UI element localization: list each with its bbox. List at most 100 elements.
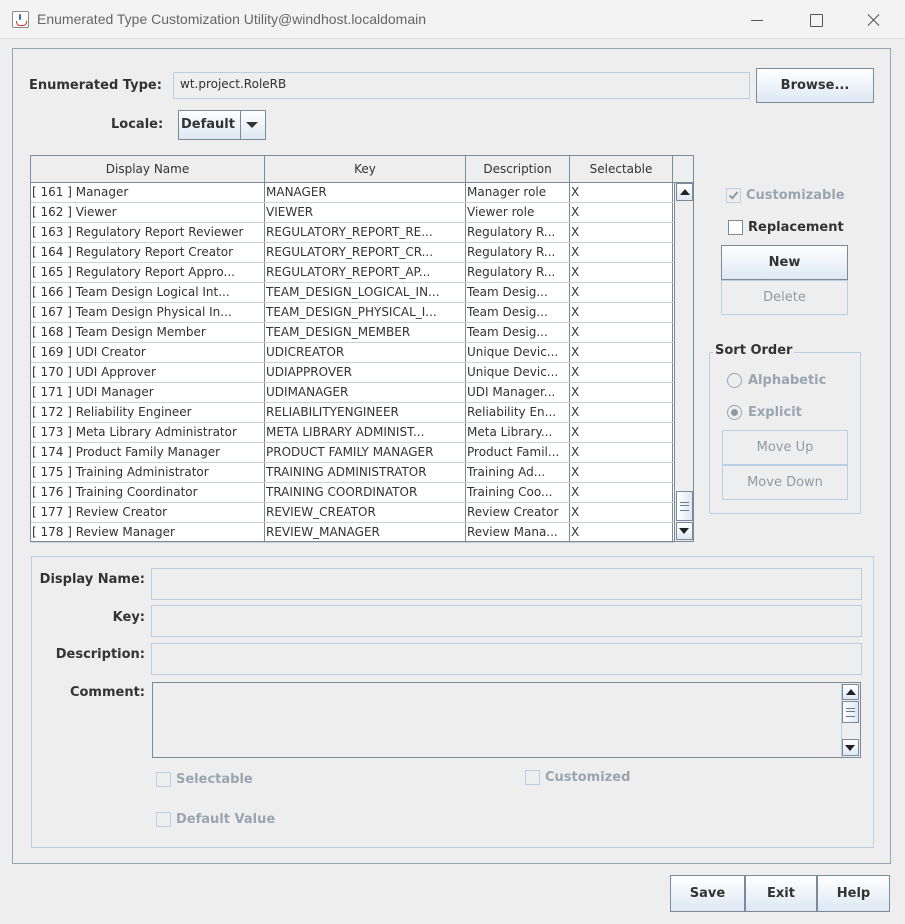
table-row[interactable]: [ 176 ] Training Coordinator TRAINING COO… [31, 483, 674, 503]
minimize-button[interactable] [734, 6, 780, 34]
cell-description: Regulatory R... [466, 263, 570, 282]
comment-scroll-down-button[interactable] [842, 739, 859, 756]
table-header: Display Name Key Description Selectable [31, 156, 693, 183]
save-button[interactable]: Save [670, 875, 745, 912]
table-row[interactable]: [ 161 ] Manager MANAGER Manager role X [31, 183, 674, 203]
selectable-checkbox[interactable]: Selectable [156, 772, 253, 787]
cell-description: Training Ad... [466, 463, 570, 482]
table-row[interactable]: [ 162 ] Viewer VIEWER Viewer role X [31, 203, 674, 223]
checkbox-box [156, 772, 171, 787]
cell-display-name: [ 165 ] Regulatory Report Appro... [31, 263, 265, 282]
comment-scroll-up-button[interactable] [842, 684, 859, 700]
cell-display-name: [ 175 ] Training Administrator [31, 463, 265, 482]
description-label: Description: [55, 647, 145, 662]
description-field[interactable] [151, 643, 862, 675]
cell-selectable: X [570, 343, 673, 362]
cell-key: UDIMANAGER [265, 383, 466, 402]
cell-description: UDI Manager... [466, 383, 570, 402]
table-row[interactable]: [ 174 ] Product Family Manager PRODUCT FA… [31, 443, 674, 463]
table-row[interactable]: [ 168 ] Team Design Member TEAM_DESIGN_ME… [31, 323, 674, 343]
cell-description: Reliability En... [466, 403, 570, 422]
main-panel: Enumerated Type: wt.project.RoleRB Brows… [12, 48, 891, 864]
display-name-field[interactable] [151, 568, 862, 600]
maximize-button[interactable] [792, 6, 838, 34]
cell-display-name: [ 170 ] UDI Approver [31, 363, 265, 382]
customized-label: Customized [545, 770, 631, 785]
cell-selectable: X [570, 463, 673, 482]
column-header-display-name[interactable]: Display Name [31, 156, 265, 182]
locale-selected-value: Default [179, 111, 241, 139]
cell-description: Viewer role [466, 203, 570, 222]
cell-selectable: X [570, 303, 673, 322]
arrow-down-icon [845, 745, 855, 751]
scroll-thumb[interactable] [676, 491, 693, 521]
comment-textarea[interactable] [152, 682, 861, 758]
table-row[interactable]: [ 175 ] Training Administrator TRAINING A… [31, 463, 674, 483]
table-row[interactable]: [ 169 ] UDI Creator UDICREATOR Unique Devi… [31, 343, 674, 363]
delete-button[interactable]: Delete [721, 280, 848, 315]
table-row[interactable]: [ 165 ] Regulatory Report Appro... REGULA… [31, 263, 674, 283]
scroll-up-button[interactable] [676, 183, 693, 201]
table-row[interactable]: [ 170 ] UDI Approver UDIAPPROVER Unique De… [31, 363, 674, 383]
move-up-button[interactable]: Move Up [722, 430, 848, 465]
cell-selectable: X [570, 243, 673, 262]
table-row[interactable]: [ 172 ] Reliability Engineer RELIABILITYE… [31, 403, 674, 423]
column-header-selectable[interactable]: Selectable [570, 156, 673, 182]
key-label: Key: [112, 610, 145, 625]
new-button[interactable]: New [721, 245, 848, 280]
replacement-checkbox[interactable]: Replacement [728, 220, 844, 235]
table-row[interactable]: [ 177 ] Review Creator REVIEW_CREATOR Revi… [31, 503, 674, 523]
chevron-down-icon [246, 122, 258, 128]
help-button[interactable]: Help [817, 875, 890, 912]
cell-display-name: [ 173 ] Meta Library Administrator [31, 423, 265, 442]
cell-display-name: [ 167 ] Team Design Physical In... [31, 303, 265, 322]
locale-dropdown[interactable]: Default [178, 110, 266, 140]
customized-checkbox[interactable]: Customized [525, 770, 630, 785]
browse-button[interactable]: Browse... [756, 68, 874, 103]
key-field[interactable] [151, 605, 862, 637]
cell-key: UDIAPPROVER [265, 363, 466, 382]
table-row[interactable]: [ 173 ] Meta Library Administrator META L… [31, 423, 674, 443]
cell-key: REVIEW_CREATOR [265, 503, 466, 522]
comment-scrollbar[interactable] [841, 683, 860, 757]
table-header-corner [673, 156, 693, 182]
sort-order-legend: Sort Order [713, 343, 795, 358]
cell-key: TRAINING ADMINISTRATOR [265, 463, 466, 482]
table-row[interactable]: [ 167 ] Team Design Physical In... TEAM_D… [31, 303, 674, 323]
cell-key: REGULATORY_REPORT_RE... [265, 223, 466, 242]
checkbox-box [156, 812, 171, 827]
close-window-button[interactable] [851, 6, 897, 34]
table-vertical-scrollbar[interactable] [674, 183, 693, 541]
cell-description: Team Desig... [466, 303, 570, 322]
table-row[interactable]: [ 164 ] Regulatory Report Creator REGULAT… [31, 243, 674, 263]
cell-display-name: [ 174 ] Product Family Manager [31, 443, 265, 462]
cell-display-name: [ 178 ] Review Manager [31, 523, 265, 542]
window-title: Enumerated Type Customization Utility@wi… [37, 11, 427, 27]
cell-selectable: X [570, 383, 673, 402]
checkmark-icon [728, 189, 739, 200]
locale-dropdown-arrow[interactable] [241, 111, 265, 139]
alphabetic-radio[interactable]: Alphabetic [727, 373, 826, 388]
enumerated-type-field[interactable]: wt.project.RoleRB [173, 72, 750, 99]
exit-button[interactable]: Exit [745, 875, 817, 912]
cell-key: TEAM_DESIGN_LOGICAL_IN... [265, 283, 466, 302]
default-value-checkbox[interactable]: Default Value [156, 812, 275, 827]
table-row[interactable]: [ 171 ] UDI Manager UDIMANAGER UDI Manager… [31, 383, 674, 403]
radio-dot-selected [727, 405, 742, 420]
cell-selectable: X [570, 403, 673, 422]
table-row[interactable]: [ 178 ] Review Manager REVIEW_MANAGER Revi… [31, 523, 674, 543]
customizable-checkbox[interactable]: Customizable [726, 188, 845, 203]
move-down-button[interactable]: Move Down [722, 465, 848, 500]
column-header-description[interactable]: Description [466, 156, 570, 182]
table-row[interactable]: [ 166 ] Team Design Logical Int... TEAM_D… [31, 283, 674, 303]
cell-display-name: [ 176 ] Training Coordinator [31, 483, 265, 502]
cell-description: Team Desig... [466, 283, 570, 302]
scroll-down-button[interactable] [676, 522, 693, 540]
explicit-radio[interactable]: Explicit [727, 405, 802, 420]
cell-description: Manager role [466, 183, 570, 202]
cell-selectable: X [570, 523, 673, 542]
comment-scroll-thumb[interactable] [842, 701, 859, 723]
table-row[interactable]: [ 163 ] Regulatory Report Reviewer REGULA… [31, 223, 674, 243]
column-header-key[interactable]: Key [265, 156, 466, 182]
selectable-label: Selectable [176, 772, 253, 787]
